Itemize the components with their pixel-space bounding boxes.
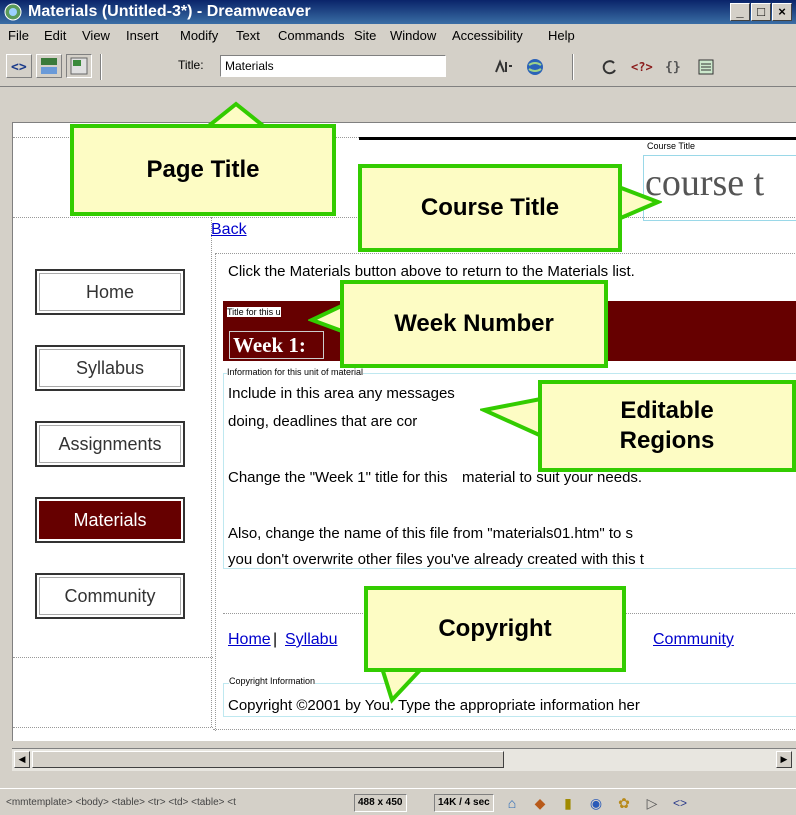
maximize-button[interactable]: □ xyxy=(751,3,771,21)
editable-regions-callout-line: Editable xyxy=(620,397,714,424)
nav-button-home[interactable]: Home xyxy=(35,269,185,315)
behaviors-icon[interactable]: ✿ xyxy=(614,794,634,812)
footer-link-syllabus[interactable]: Syllabu xyxy=(285,631,337,649)
toolbar-separator xyxy=(572,54,574,80)
site-map-icon[interactable]: ⌂ xyxy=(502,794,522,812)
window-size-selector[interactable]: 488 x 450 xyxy=(354,794,407,812)
menu-accessibility[interactable]: Accessibility xyxy=(452,28,523,43)
menu-file[interactable]: File xyxy=(8,28,29,43)
nav-button-materials[interactable]: Materials xyxy=(35,497,185,543)
menu-commands[interactable]: Commands xyxy=(278,28,344,43)
nav-button-syllabus[interactable]: Syllabus xyxy=(35,345,185,391)
layout-guide xyxy=(13,657,213,658)
html-styles-icon[interactable]: ▮ xyxy=(558,794,578,812)
course-title-region-label: Course Title xyxy=(647,141,696,151)
course-title-text: course t xyxy=(645,162,765,204)
scroll-right-arrow-icon[interactable]: ▶ xyxy=(776,751,792,768)
copyright-region-label: Copyright Information xyxy=(229,676,316,686)
editable-regions-callout-line: Regions xyxy=(619,427,715,454)
status-bar: <mmtemplate> <body> <table> <tr> <td> <t… xyxy=(0,788,796,815)
preview-in-browser-icon[interactable] xyxy=(524,56,548,78)
menu-bar: File Edit View Insert Modify Text Comman… xyxy=(0,24,796,47)
course-title-callout: Course Title xyxy=(358,164,622,252)
document-toolbar: <> Title: <?> {} xyxy=(0,46,796,87)
css-styles-icon[interactable]: ◉ xyxy=(586,794,606,812)
svg-text:<>: <> xyxy=(11,60,27,75)
window-title: Materials (Untitled-3*) - Dreamweaver xyxy=(28,3,311,20)
back-link[interactable]: Back xyxy=(211,221,247,239)
menu-help[interactable]: Help xyxy=(548,28,575,43)
week-title-region-label: Title for this u xyxy=(227,307,281,317)
dreamweaver-window: Materials (Untitled-3*) - Dreamweaver _ … xyxy=(0,0,796,815)
code-view-icon: <> xyxy=(11,60,27,75)
copyright-callout: Copyright xyxy=(364,586,626,672)
nav-button-community[interactable]: Community xyxy=(35,573,185,619)
download-size-indicator: 14K / 4 sec xyxy=(434,794,494,812)
week-number-callout: Week Number xyxy=(340,280,608,368)
footer-link-community[interactable]: Community xyxy=(653,631,734,649)
scroll-left-arrow-icon[interactable]: ◀ xyxy=(14,751,30,768)
footer-link-home[interactable]: Home xyxy=(228,631,271,649)
close-button[interactable]: × xyxy=(772,3,792,21)
layout-guide xyxy=(215,253,796,254)
menu-edit[interactable]: Edit xyxy=(44,28,66,43)
svg-text:<?>: <?> xyxy=(631,60,653,74)
layout-guide xyxy=(211,217,212,727)
horizontal-scrollbar[interactable]: ◀ ▶ xyxy=(12,748,796,771)
split-view-icon xyxy=(41,58,57,74)
minimize-button[interactable]: _ xyxy=(730,3,750,21)
body-text-line: Change the "Week 1" title for this xyxy=(228,469,448,486)
title-field-label: Title: xyxy=(178,58,204,72)
svg-text:{}: {} xyxy=(665,60,681,75)
file-management-icon[interactable] xyxy=(492,56,516,78)
layout-guide xyxy=(215,253,216,731)
menu-modify[interactable]: Modify xyxy=(180,28,218,43)
timelines-icon[interactable]: ▷ xyxy=(642,794,662,812)
footer-link-separator: | xyxy=(273,631,278,648)
information-region-label: Information for this unit of material xyxy=(227,367,364,377)
body-text-line: Include in this area any messages xyxy=(228,385,455,402)
body-text-line: doing, deadlines that are cor xyxy=(228,413,418,430)
header-rule xyxy=(359,137,796,140)
scrollbar-thumb[interactable] xyxy=(32,751,504,768)
toolbar-separator xyxy=(100,54,102,80)
refresh-icon[interactable] xyxy=(598,56,622,78)
instruction-text: Click the Materials button above to retu… xyxy=(228,263,635,280)
menu-site[interactable]: Site xyxy=(354,28,376,43)
code-inspector-icon[interactable]: <> xyxy=(670,794,690,812)
assets-icon[interactable]: ◆ xyxy=(530,794,550,812)
page-title-input[interactable] xyxy=(220,55,446,77)
body-text-line: Also, change the name of this file from … xyxy=(228,525,633,542)
nav-button-assignments[interactable]: Assignments xyxy=(35,421,185,467)
body-text-line: you don't overwrite other files you've a… xyxy=(228,551,644,568)
title-bar[interactable]: Materials (Untitled-3*) - Dreamweaver _ … xyxy=(0,0,796,24)
split-view-button[interactable] xyxy=(36,54,62,78)
menu-insert[interactable]: Insert xyxy=(126,28,159,43)
layout-guide xyxy=(213,729,796,730)
dreamweaver-app-icon xyxy=(4,3,22,21)
menu-text[interactable]: Text xyxy=(236,28,260,43)
page-title-callout: Page Title xyxy=(70,124,336,216)
menu-view[interactable]: View xyxy=(82,28,110,43)
reference-icon[interactable]: <?> xyxy=(630,56,654,78)
code-view-button[interactable]: <> xyxy=(6,54,32,78)
menu-window[interactable]: Window xyxy=(390,28,436,43)
editable-regions-callout: Editable Regions xyxy=(538,380,796,472)
view-options-icon[interactable] xyxy=(694,56,718,78)
layout-guide xyxy=(13,727,213,728)
design-view-button[interactable] xyxy=(66,54,92,78)
code-navigation-icon[interactable]: {} xyxy=(662,56,686,78)
design-view-icon xyxy=(70,57,88,75)
tag-selector[interactable]: <mmtemplate> <body> <table> <tr> <td> <t… xyxy=(6,797,236,808)
